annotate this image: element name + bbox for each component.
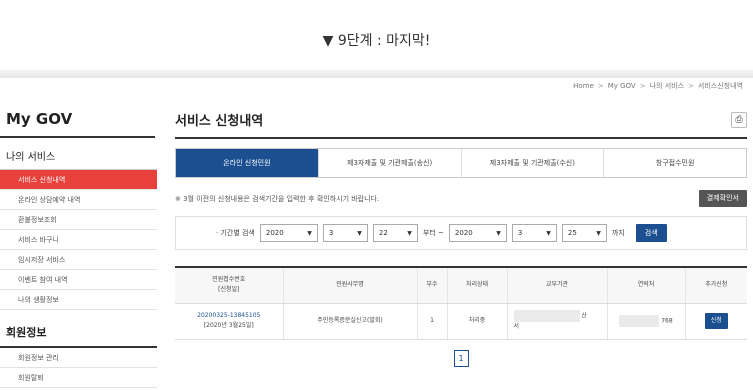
notice-row: ※ 3월 이전의 신청내용은 검색기간을 입력한 후 확인하시기 바랍니다. 결… [175, 190, 747, 207]
date-search-box: · 기간별 검색 2020 ▼ 3 ▼ 22 ▼ 부터 ~ 2020 ▼ 3 ▼ 25 ▼ … [175, 216, 747, 250]
caret-down-icon: ▼ [496, 229, 501, 237]
caret-down-icon: ▼ [546, 229, 551, 237]
payment-confirm-button[interactable]: 결제확인서 [698, 190, 747, 207]
col-receipt-no: 민원접수번호 [신청일] [175, 267, 284, 304]
caret-down-icon: ▼ [357, 229, 362, 237]
from-day-value: 22 [378, 229, 388, 237]
sidebar-group-member-info: 회원정보 [0, 310, 157, 348]
cell-contact: 768 [607, 303, 686, 340]
cell-status: 처리중 [447, 303, 508, 340]
agency-partial2: 서 [513, 323, 520, 330]
sidebar-item-temp-saved[interactable]: 임시저장 서비스 [0, 250, 157, 270]
from-month-select[interactable]: 3 ▼ [322, 224, 368, 242]
to-day-select[interactable]: 25 ▼ [561, 224, 607, 242]
cell-receipt: 20200325-13845105 [2020년 3월25일] [175, 303, 284, 340]
tab-online-application[interactable]: 온라인 신청민원 [176, 149, 319, 177]
to-month-select[interactable]: 3 ▼ [511, 224, 557, 242]
sidebar-item-online-consult[interactable]: 온라인 상담예약 내역 [0, 190, 157, 210]
from-suffix: 부터 ~ [422, 229, 444, 237]
from-year-select[interactable]: 2020 ▼ [259, 224, 318, 242]
printer-icon: ⎙ [735, 114, 743, 125]
table-header-row: 민원접수번호 [신청일] 민원사무명 부수 처리상태 교부기관 연락처 추가신청 [175, 267, 747, 304]
breadcrumb-my-services[interactable]: 나의 서비스 [650, 81, 684, 91]
to-day-value: 25 [567, 229, 577, 237]
breadcrumb-separator: > [639, 82, 646, 90]
to-year-value: 2020 [454, 229, 473, 237]
caret-down-icon: ▼ [307, 229, 312, 237]
from-month-value: 3 [328, 229, 334, 237]
search-button[interactable]: 검색 [635, 224, 667, 242]
print-button[interactable]: ⎙ [731, 111, 747, 128]
to-month-value: 3 [517, 229, 523, 237]
breadcrumb: Home > My GOV > 나의 서비스 > 서비스신청내역 [573, 81, 743, 91]
step-caption: ▼ 9단계 : 마지막! [322, 33, 431, 49]
results-table: 민원접수번호 [신청일] 민원사무명 부수 처리상태 교부기관 연락처 추가신청… [175, 266, 747, 340]
agency-partial: 산 [581, 312, 587, 320]
sidebar-item-member-manage[interactable]: 회원정보 관리 [0, 348, 157, 368]
cell-agency: 산 서 [507, 303, 608, 340]
sidebar-item-withdraw[interactable]: 회원탈퇴 [0, 368, 157, 388]
redacted-block [513, 310, 580, 322]
to-suffix: 까지 [611, 229, 625, 237]
caret-down-icon: ▼ [596, 229, 601, 237]
page-1-button[interactable]: 1 [453, 349, 469, 367]
sidebar-item-service-basket[interactable]: 서비스 바구니 [0, 230, 157, 250]
col-copies: 부수 [417, 267, 448, 304]
cell-service: 주민등록증분실신고(발회) [283, 303, 418, 340]
sidebar-item-service-history[interactable]: 서비스 신청내역 [0, 170, 157, 190]
breadcrumb-current: 서비스신청내역 [697, 82, 743, 90]
receipt-date: [2020년 3월25일] [203, 322, 254, 329]
sidebar-item-event-history[interactable]: 이벤트 참여 내역 [0, 270, 157, 290]
divider-band [0, 70, 753, 78]
table-row: 20200325-13845105 [2020년 3월25일] 주민등록증분실신… [175, 303, 747, 340]
sidebar-item-life-info[interactable]: 나의 생활정보 [0, 290, 157, 310]
from-year-value: 2020 [265, 229, 284, 237]
tab-third-party-sent[interactable]: 제3자제출 및 기관제출(송신) [318, 149, 462, 177]
to-year-select[interactable]: 2020 ▼ [448, 224, 507, 242]
col-additional: 추가신청 [685, 267, 747, 304]
tab-counter-application[interactable]: 창구접수민원 [604, 149, 746, 177]
breadcrumb-separator: > [597, 82, 604, 90]
redacted-block [619, 315, 660, 327]
col-agency: 교부기관 [507, 267, 608, 304]
sidebar-group-my-services: 나의 서비스 [0, 138, 157, 170]
sidebar-item-refund-info[interactable]: 환불정보조회 [0, 210, 157, 230]
search-label: · 기간별 검색 [216, 229, 255, 237]
pagination: 1 [175, 349, 747, 367]
from-day-select[interactable]: 22 ▼ [372, 224, 418, 242]
breadcrumb-home[interactable]: Home [573, 82, 594, 90]
main-content: 서비스 신청내역 ⎙ 온라인 신청민원 제3자제출 및 기관제출(송신) 제3자… [175, 100, 747, 367]
page-title-row: 서비스 신청내역 ⎙ [175, 100, 747, 139]
notice-text: ※ 3월 이전의 신청내용은 검색기간을 입력한 후 확인하시기 바랍니다. [175, 194, 380, 203]
tab-third-party-received[interactable]: 제3자제출 및 기관제출(수신) [461, 149, 605, 177]
breadcrumb-mygov[interactable]: My GOV [608, 82, 636, 90]
sidebar-title: My GOV [0, 100, 155, 138]
col-service-name: 민원사무명 [283, 267, 418, 304]
col-contact: 연락처 [607, 267, 686, 304]
page-title: 서비스 신청내역 [175, 114, 264, 129]
tab-bar: 온라인 신청민원 제3자제출 및 기관제출(송신) 제3자제출 및 기관제출(수… [175, 148, 747, 178]
contact-partial: 768 [661, 317, 673, 325]
sidebar: My GOV 나의 서비스 서비스 신청내역 온라인 상담예약 내역 환불정보조… [0, 100, 157, 388]
breadcrumb-separator: > [688, 82, 694, 90]
apply-button[interactable]: 신청 [704, 313, 728, 329]
receipt-link[interactable]: 20200325-13845105 [175, 311, 283, 321]
caret-down-icon: ▼ [407, 229, 412, 237]
col-status: 처리상태 [447, 267, 508, 304]
cell-action: 신청 [685, 303, 747, 340]
cell-copies: 1 [417, 303, 448, 340]
